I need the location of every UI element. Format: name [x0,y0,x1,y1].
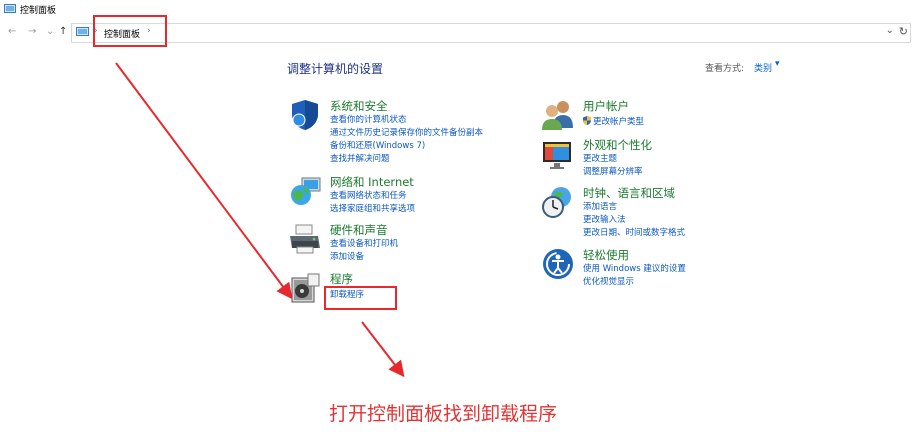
shield-icon [292,100,318,130]
category-ease-of-access: 轻松使用 使用 Windows 建议的设置 优化视觉显示 [541,247,761,287]
category-title[interactable]: 网络和 Internet [330,174,414,190]
category-system-security: 系统和安全 查看你的计算机状态 通过文件历史记录保存你的文件备份副本 备份和还原… [288,98,508,166]
forward-button[interactable]: → [28,26,36,38]
category-hardware-sound: 硬件和声音 查看设备和打印机 添加设备 [288,222,508,262]
link-backup-restore[interactable]: 备份和还原(Windows 7) [330,139,425,151]
window-title: 控制面板 [20,6,57,16]
globe-icon [291,177,321,205]
highlight-box-address [93,15,167,47]
link-change-theme[interactable]: 更改主题 [583,152,617,164]
highlight-box-uninstall [324,286,397,310]
category-user-accounts: 用户帐户 更改帐户类型 [541,98,761,132]
monitor-icon [543,142,571,169]
view-by-label: 查看方式: [705,64,745,74]
address-dropdown-button[interactable]: ⌄ [886,25,894,36]
recent-locations-button[interactable]: ⌄ [46,26,54,38]
link-homegroup-sharing[interactable]: 选择家庭组和共享选项 [330,202,415,214]
category-title[interactable]: 系统和安全 [330,98,388,114]
link-add-language[interactable]: 添加语言 [583,200,617,212]
link-troubleshoot[interactable]: 查找并解决问题 [330,152,390,164]
back-button[interactable]: ← [8,26,16,38]
link-view-computer-status[interactable]: 查看你的计算机状态 [330,113,407,125]
address-bar[interactable]: › 控制面板 › ⌄ ↻ [71,23,911,43]
link-devices-printers[interactable]: 查看设备和打印机 [330,237,398,249]
link-date-time-format[interactable]: 更改日期、时间或数字格式 [583,226,685,238]
category-title[interactable]: 硬件和声音 [330,222,388,238]
link-change-account-type[interactable]: 更改帐户类型 [583,115,644,127]
category-title[interactable]: 外观和个性化 [583,137,652,153]
category-clock-language-region: 时钟、语言和区域 添加语言 更改输入法 更改日期、时间或数字格式 [541,185,761,239]
arrow-to-caption [361,321,405,378]
category-title[interactable]: 轻松使用 [583,247,629,263]
link-recommended-settings[interactable]: 使用 Windows 建议的设置 [583,262,686,274]
ease-of-access-icon [543,249,573,279]
category-programs: 程序 卸载程序 [288,271,508,305]
link-add-device[interactable]: 添加设备 [330,250,364,262]
link-optimize-visual-display[interactable]: 优化视觉显示 [583,275,634,287]
printer-icon [290,224,320,254]
link-label[interactable]: 更改帐户类型 [593,117,644,127]
arrow-to-programs [115,62,293,300]
category-title[interactable]: 用户帐户 [583,98,629,114]
clock-globe-icon [542,187,571,218]
refresh-button[interactable]: ↻ [899,25,908,38]
link-change-input-method[interactable]: 更改输入法 [583,213,626,225]
control-panel-icon [4,4,16,13]
up-button[interactable]: ↑ [59,26,67,38]
uac-shield-icon [583,116,591,125]
category-title[interactable]: 时钟、语言和区域 [583,185,675,201]
view-by-dropdown[interactable]: 类别 [754,61,772,74]
page-title: 调整计算机的设置 [287,62,384,76]
users-icon [542,101,573,130]
category-network-internet: 网络和 Internet 查看网络状态和任务 选择家庭组和共享选项 [288,174,508,214]
programs-icon [291,273,320,303]
link-file-history[interactable]: 通过文件历史记录保存你的文件备份副本 [330,126,483,138]
chevron-down-icon[interactable]: ▾ [775,59,780,69]
category-title[interactable]: 程序 [330,271,353,287]
category-appearance-personalization: 外观和个性化 更改主题 调整屏幕分辨率 [541,137,761,177]
control-panel-icon [76,27,89,36]
annotation-caption: 打开控制面板找到卸载程序 [329,403,558,425]
link-network-status[interactable]: 查看网络状态和任务 [330,189,407,201]
link-screen-resolution[interactable]: 调整屏幕分辨率 [583,165,643,177]
